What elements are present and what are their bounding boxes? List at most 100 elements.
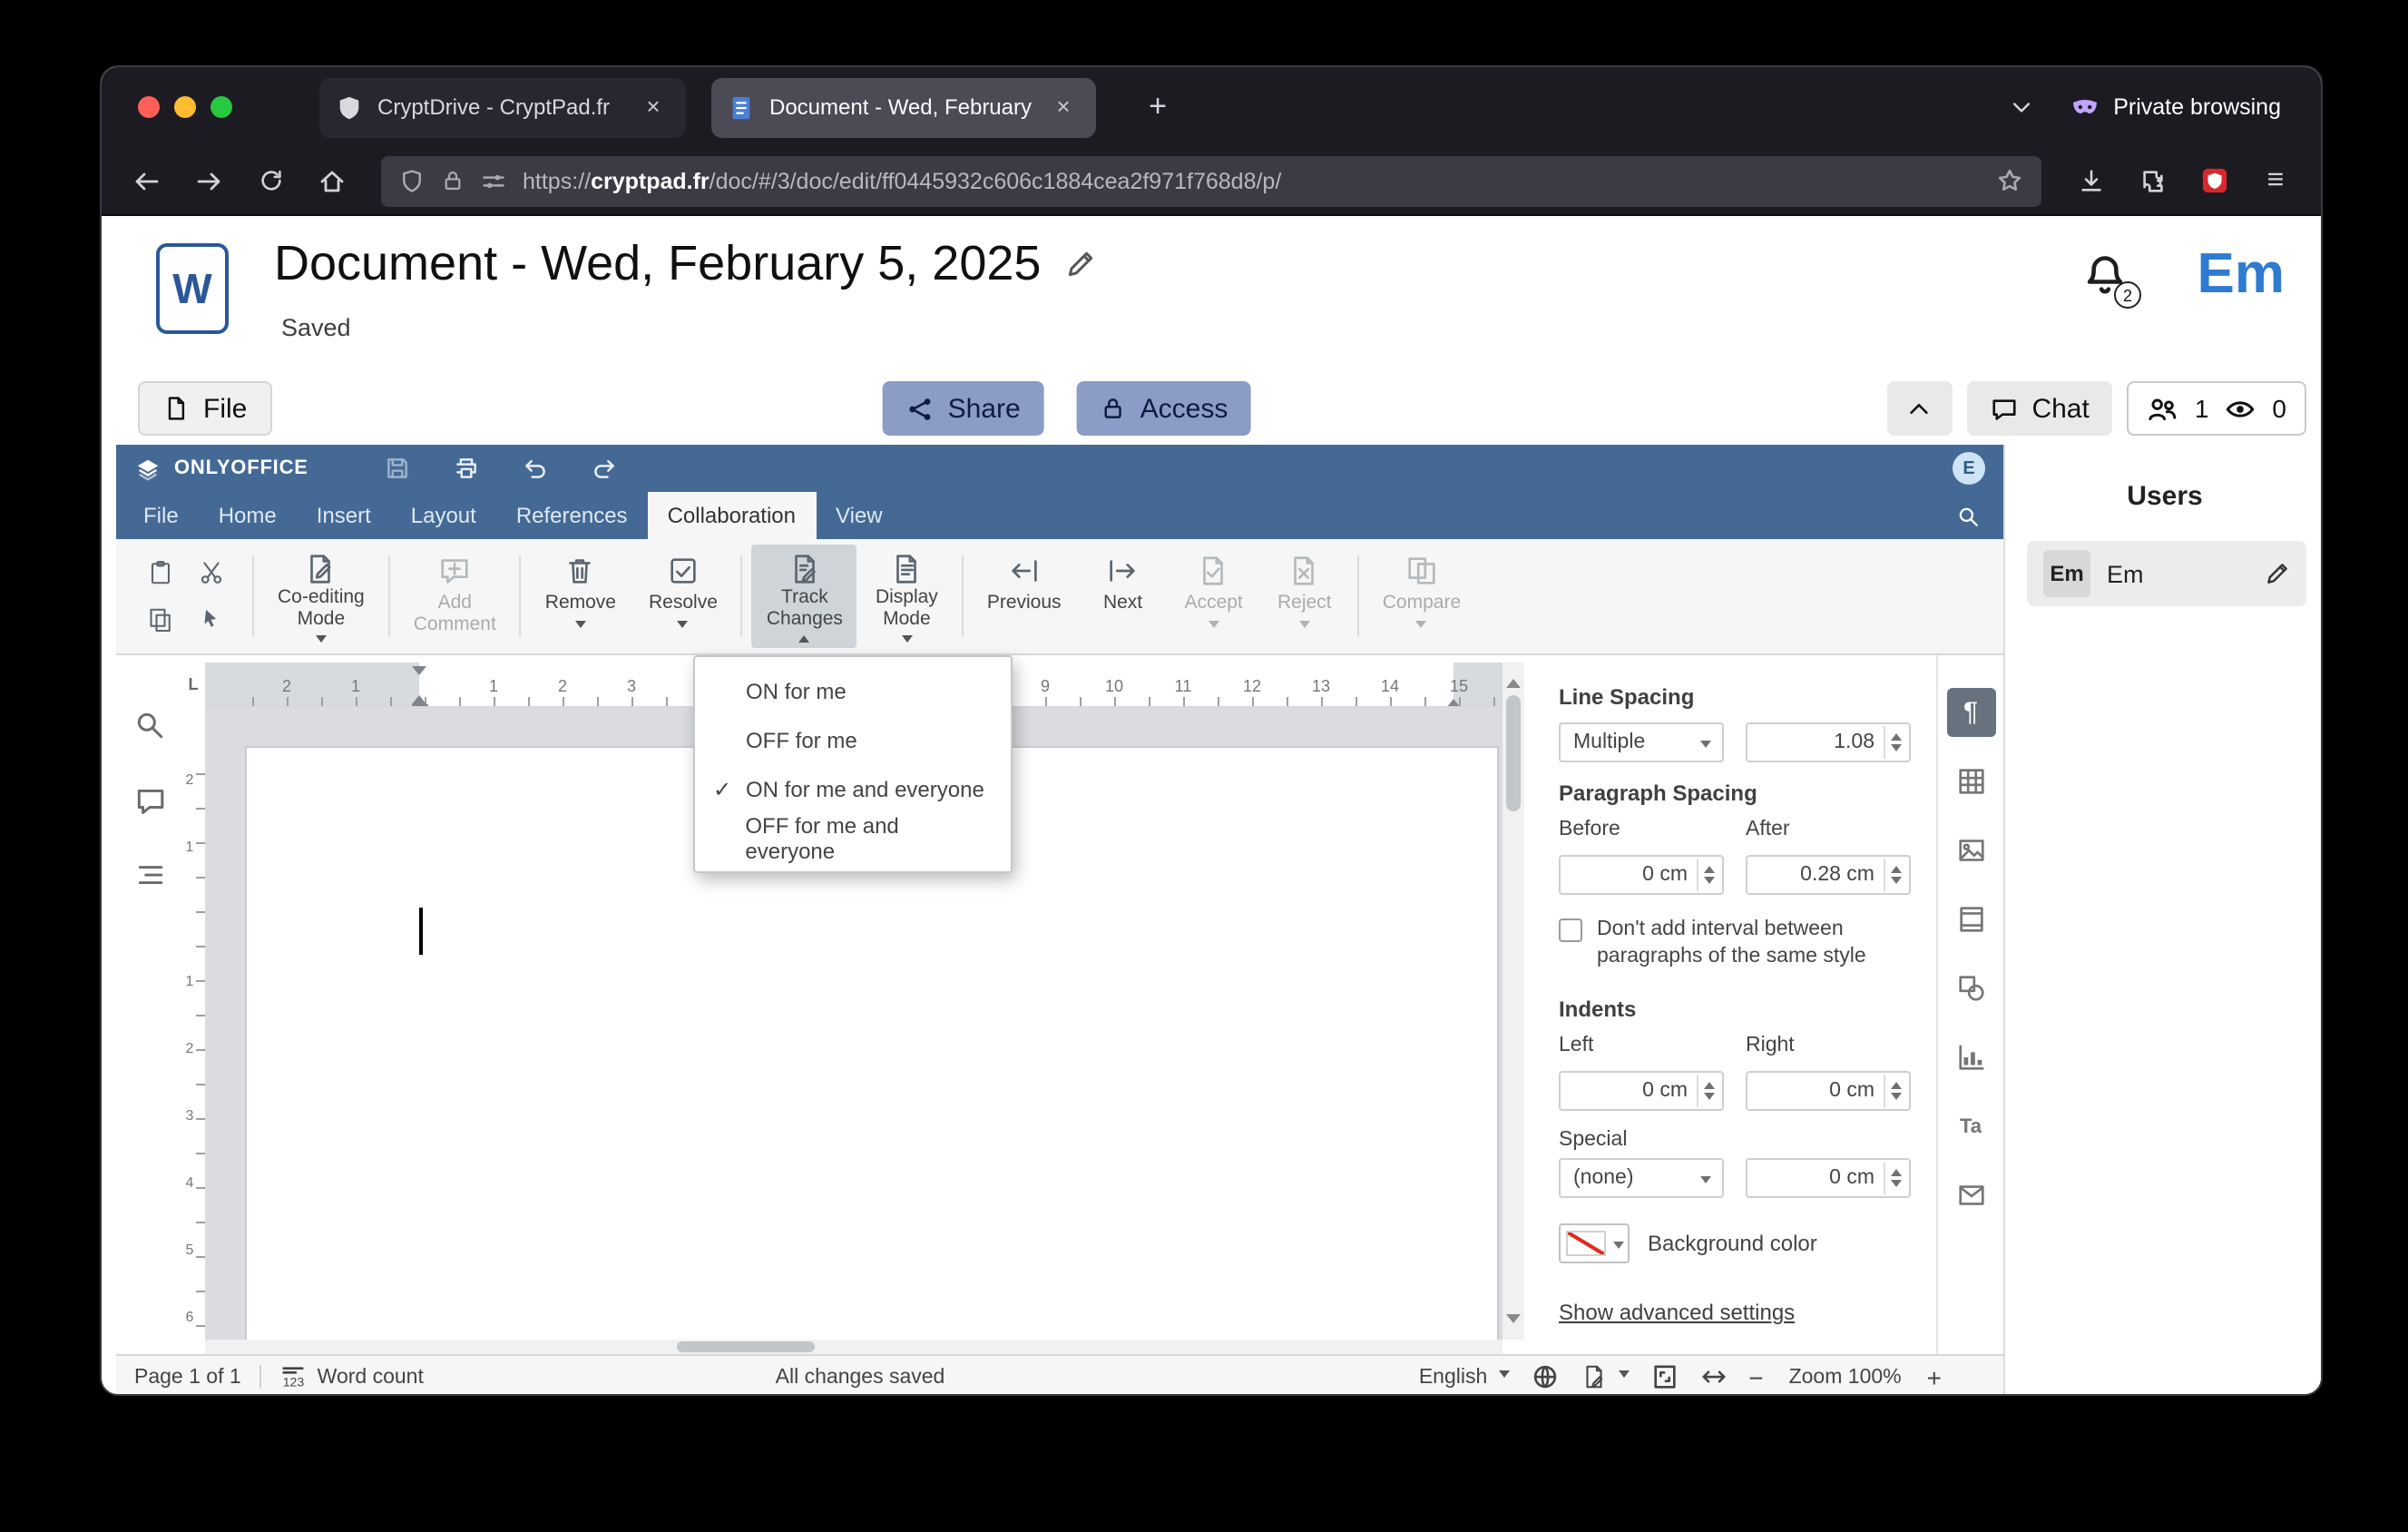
vertical-ruler[interactable]: 2 1 1 2 3 4 5 6: [181, 708, 205, 1340]
line-spacing-select[interactable]: Multiple: [1559, 722, 1724, 762]
indent-marker[interactable]: [410, 666, 428, 706]
special-select[interactable]: (none): [1559, 1158, 1724, 1198]
spin-up-icon[interactable]: [1891, 1164, 1902, 1177]
horizontal-scrollbar[interactable]: [205, 1340, 1503, 1354]
vertical-scrollbar[interactable]: [1503, 663, 1524, 1340]
track-changes-menu-item[interactable]: ✓ ON for me and everyone: [695, 764, 1011, 813]
scroll-down-arrow-icon[interactable]: [1506, 1314, 1521, 1331]
navigation-panel-button[interactable]: [133, 859, 164, 889]
extensions-icon[interactable]: [2125, 155, 2179, 206]
indent-right-spinner[interactable]: 0 cm: [1746, 1071, 1911, 1111]
spellcheck-globe-icon[interactable]: [1531, 1363, 1558, 1390]
right-indent-marker[interactable]: [1444, 686, 1463, 706]
menu-tab[interactable]: Collaboration: [647, 492, 816, 539]
show-advanced-settings-link[interactable]: Show advanced settings: [1559, 1300, 1911, 1325]
header-footer-settings-tab[interactable]: [1946, 895, 1995, 944]
mail-merge-tab[interactable]: [1946, 1171, 1995, 1220]
collapse-toolbar-button[interactable]: [1886, 381, 1953, 436]
list-all-tabs-chevron-icon[interactable]: [2008, 94, 2033, 120]
spin-down-icon[interactable]: [1704, 876, 1715, 889]
file-button[interactable]: File: [138, 381, 273, 436]
fit-width-icon[interactable]: [1699, 1363, 1727, 1390]
display-mode-button[interactable]: Display Mode: [861, 545, 953, 648]
print-icon[interactable]: [454, 456, 479, 481]
special-value-spinner[interactable]: 0 cm: [1746, 1158, 1911, 1198]
spin-up-icon[interactable]: [1891, 729, 1902, 741]
spin-up-icon[interactable]: [1891, 861, 1902, 874]
downloads-icon[interactable]: [2063, 155, 2118, 206]
page-indicator[interactable]: Page 1 of 1: [134, 1366, 241, 1388]
copy-button[interactable]: [143, 604, 176, 636]
menu-tab[interactable]: Layout: [391, 492, 496, 539]
permissions-icon[interactable]: [481, 168, 506, 193]
spin-down-icon[interactable]: [1891, 876, 1902, 889]
menu-tab[interactable]: Insert: [297, 492, 391, 539]
share-button[interactable]: Share: [882, 381, 1044, 436]
track-changes-menu-item[interactable]: ✓ ON for me: [695, 666, 1011, 715]
window-minimize-button[interactable]: [174, 96, 196, 118]
cut-button[interactable]: [194, 556, 227, 589]
scrollbar-thumb[interactable]: [1506, 695, 1521, 811]
tracking-shield-icon[interactable]: [399, 168, 425, 193]
save-icon[interactable]: [385, 456, 410, 481]
url-text[interactable]: https://cryptpad.fr/doc/#/3/doc/edit/ff0…: [523, 168, 1980, 193]
zoom-in-button[interactable]: +: [1927, 1362, 1942, 1391]
track-changes-button[interactable]: Track Changes: [751, 545, 857, 648]
tab-close-icon[interactable]: ×: [637, 91, 670, 123]
tab-cryptdrive[interactable]: CryptDrive - CryptPad.fr ×: [319, 77, 686, 137]
zoom-level[interactable]: Zoom 100%: [1786, 1366, 1905, 1388]
image-settings-tab[interactable]: [1946, 826, 1995, 875]
spin-up-icon[interactable]: [1704, 1077, 1715, 1090]
page-title[interactable]: Document - Wed, February 5, 2025: [274, 236, 1041, 292]
word-count-button[interactable]: 123 Word count: [279, 1363, 424, 1390]
spacing-after-spinner[interactable]: 0.28 cm: [1746, 855, 1911, 895]
line-spacing-value-spinner[interactable]: 1.08: [1746, 722, 1911, 762]
lock-icon[interactable]: [441, 169, 465, 192]
participants-indicator[interactable]: 1 0: [2127, 381, 2306, 436]
track-changes-menu-item[interactable]: ✓ OFF for me: [695, 715, 1011, 764]
menu-tab[interactable]: Home: [199, 492, 297, 539]
url-bar[interactable]: https://cryptpad.fr/doc/#/3/doc/edit/ff0…: [381, 155, 2041, 206]
no-interval-checkbox[interactable]: [1559, 918, 1582, 942]
coediting-mode-button[interactable]: Co-editing Mode: [263, 545, 379, 648]
text-art-settings-tab[interactable]: Ta: [1946, 1102, 1995, 1151]
spin-up-icon[interactable]: [1704, 861, 1715, 874]
spin-up-icon[interactable]: [1891, 1077, 1902, 1090]
forward-button[interactable]: [181, 155, 236, 206]
menu-tab[interactable]: File: [123, 492, 199, 539]
tab-stop-selector[interactable]: L: [181, 663, 205, 708]
remove-comments-button[interactable]: Remove: [531, 545, 631, 648]
scroll-up-arrow-icon[interactable]: [1506, 672, 1521, 688]
chart-settings-tab[interactable]: [1946, 1033, 1995, 1082]
user-list-item[interactable]: Em Em: [2027, 541, 2306, 606]
editor-search-button[interactable]: [1956, 504, 2003, 527]
table-settings-tab[interactable]: [1946, 757, 1995, 806]
reject-change-button[interactable]: Reject: [1261, 545, 1348, 648]
redo-icon[interactable]: [592, 456, 617, 481]
spin-down-icon[interactable]: [1891, 1179, 1902, 1192]
next-change-button[interactable]: Next: [1080, 545, 1167, 648]
resolve-comments-button[interactable]: Resolve: [634, 545, 732, 648]
edit-name-pencil-icon[interactable]: [2265, 561, 2290, 586]
reload-button[interactable]: [243, 155, 298, 206]
spin-down-icon[interactable]: [1891, 743, 1902, 756]
compare-button[interactable]: Compare: [1368, 545, 1475, 648]
indent-left-spinner[interactable]: 0 cm: [1559, 1071, 1724, 1111]
window-zoom-button[interactable]: [210, 96, 232, 118]
chat-button[interactable]: Chat: [1966, 381, 2113, 436]
adblock-icon[interactable]: [2187, 155, 2241, 206]
user-avatar[interactable]: Em: [2198, 241, 2286, 307]
window-close-button[interactable]: [138, 96, 160, 118]
fit-page-icon[interactable]: [1650, 1363, 1678, 1390]
paste-button[interactable]: [143, 556, 176, 589]
notifications-bell-button[interactable]: 2: [2081, 252, 2141, 309]
scrollbar-thumb[interactable]: [677, 1341, 815, 1352]
language-selector[interactable]: English: [1419, 1366, 1510, 1388]
menu-tab[interactable]: References: [496, 492, 648, 539]
back-button[interactable]: [120, 155, 174, 206]
find-button[interactable]: [133, 710, 164, 741]
bookmark-star-icon[interactable]: [1996, 167, 2023, 194]
shape-settings-tab[interactable]: [1946, 964, 1995, 1013]
zoom-out-button[interactable]: −: [1748, 1362, 1763, 1391]
track-changes-status-button[interactable]: [1580, 1363, 1630, 1390]
